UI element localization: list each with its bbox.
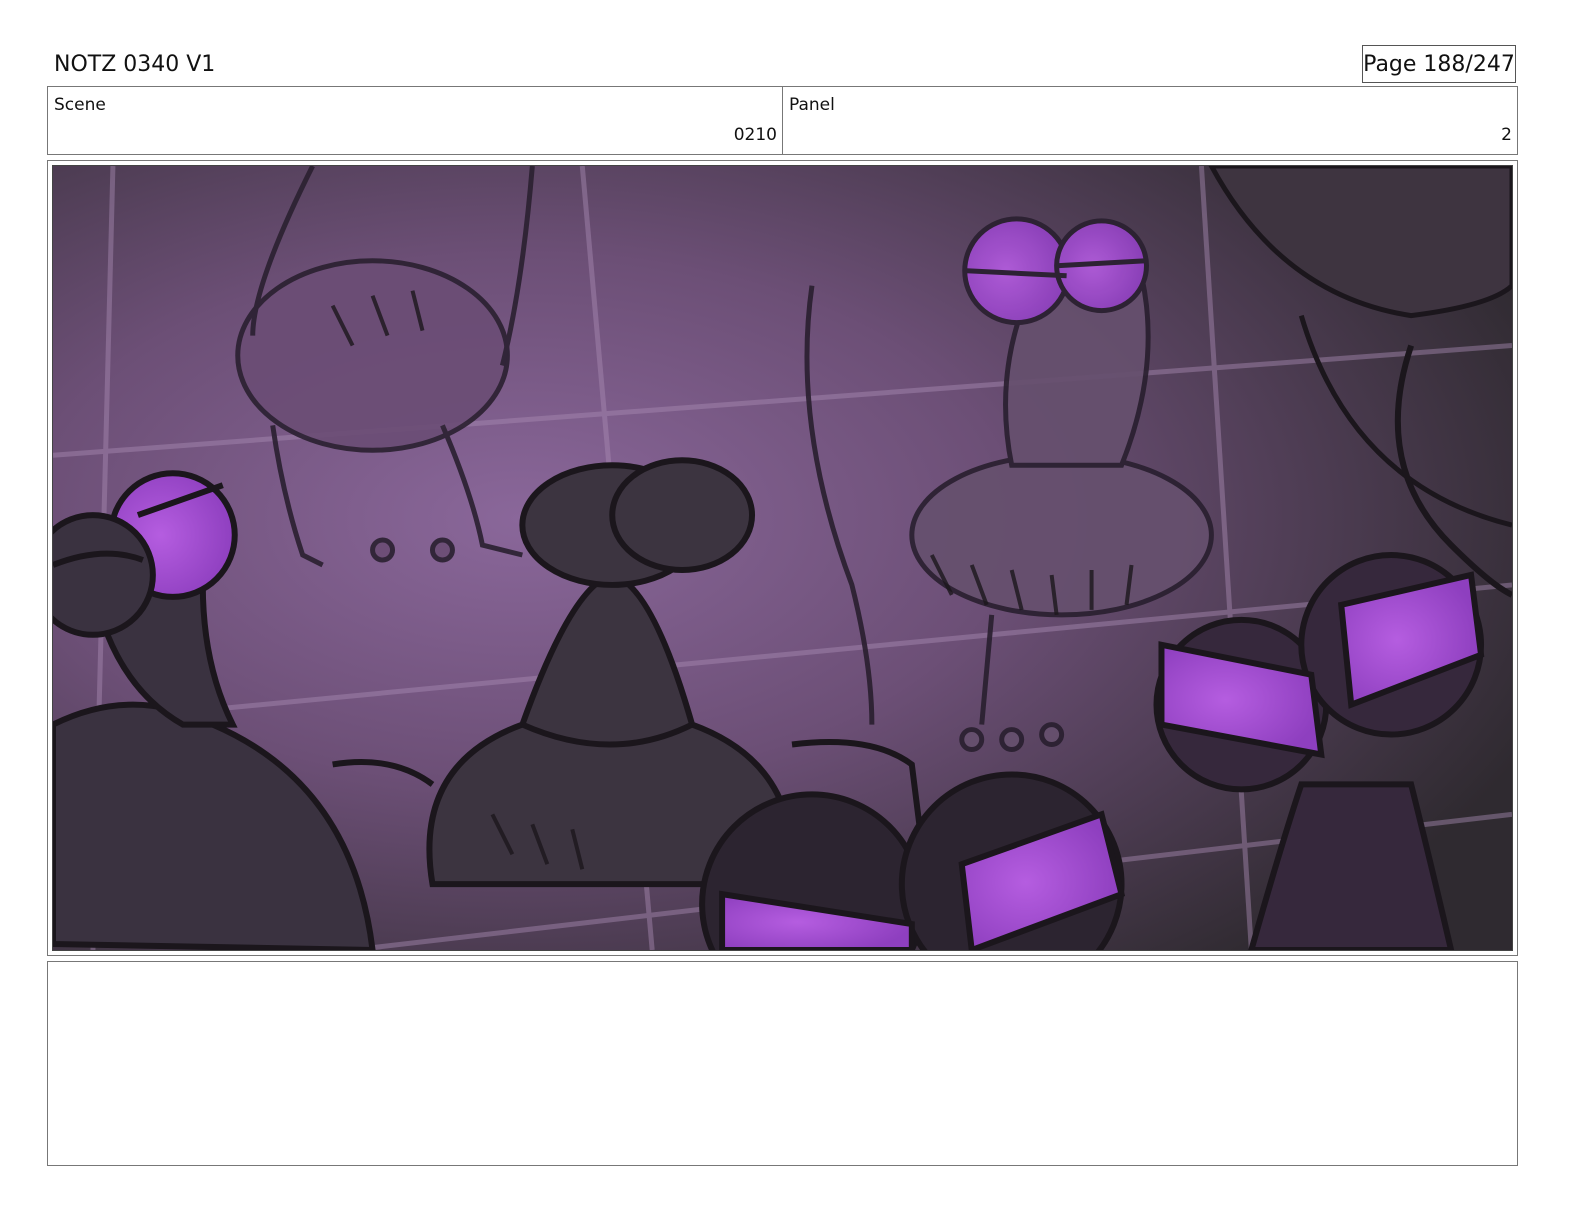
panel-number: 2 (1501, 125, 1512, 145)
panel-cell: Panel 2 (782, 87, 1517, 154)
panel-label: Panel (789, 95, 835, 115)
panel-notes-box (47, 961, 1518, 1166)
storyboard-image (52, 165, 1513, 951)
scene-cell: Scene 0210 (48, 87, 782, 154)
storyboard-panel-frame (47, 160, 1518, 956)
project-title: NOTZ 0340 V1 (54, 52, 216, 77)
frog-sketch-illustration (53, 166, 1512, 950)
scene-label: Scene (54, 95, 106, 115)
page-indicator: Page 188/247 (1362, 45, 1516, 83)
scene-panel-info-row: Scene 0210 Panel 2 (47, 86, 1518, 155)
scene-number: 0210 (733, 125, 777, 145)
